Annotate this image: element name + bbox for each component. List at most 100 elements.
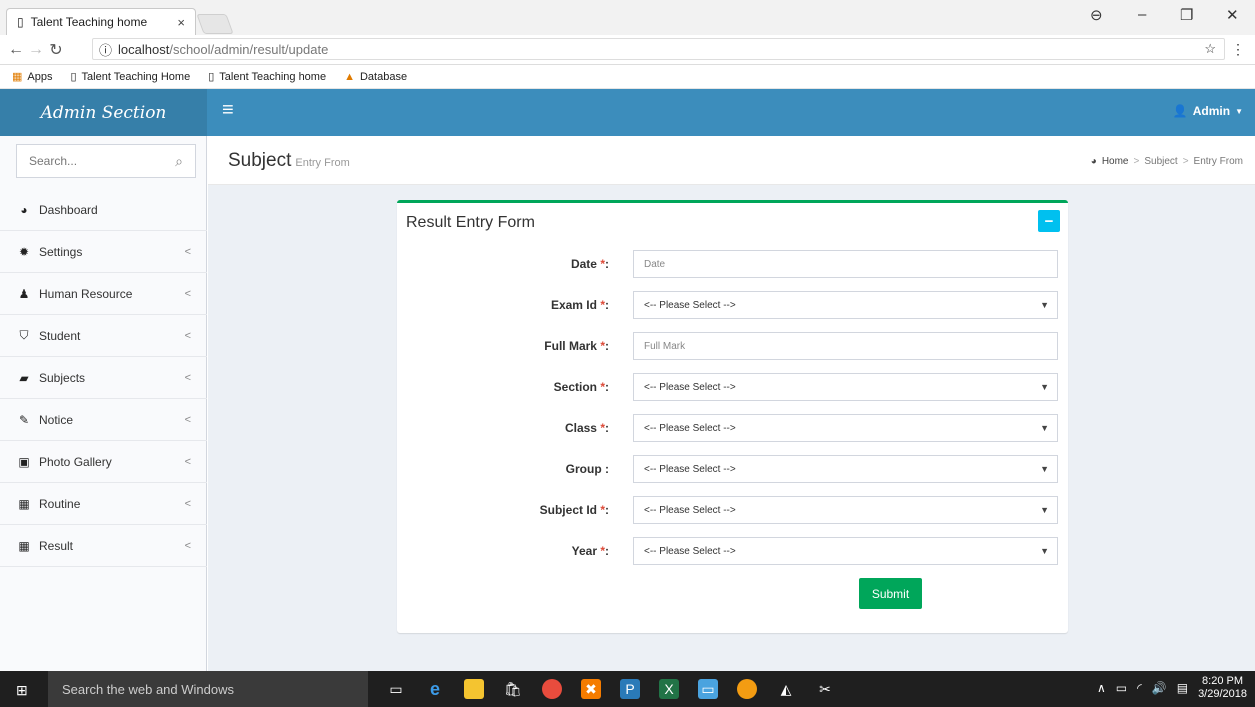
chevron-down-icon: ▼: [1040, 464, 1049, 474]
sidebar-item-student[interactable]: ⛉ Student <: [0, 315, 207, 357]
maximize-icon[interactable]: ❐: [1180, 6, 1193, 24]
tab-close-icon[interactable]: ×: [177, 15, 185, 30]
contacts-icon[interactable]: ▭: [698, 679, 718, 699]
section-label: Section *:: [553, 380, 609, 394]
logo[interactable]: Admin Section: [0, 89, 207, 136]
main-content: Subject Entry From ◕ Home > Subject > Ent…: [208, 136, 1255, 671]
caret-down-icon: ▼: [1235, 106, 1243, 116]
browser-tab[interactable]: ▯ Talent Teaching home ×: [6, 8, 196, 35]
file-explorer-icon[interactable]: [464, 679, 484, 699]
collapse-button[interactable]: −: [1038, 210, 1060, 232]
breadcrumb-separator: >: [1133, 156, 1140, 167]
page-icon: ▯: [17, 15, 24, 29]
wifi-icon[interactable]: ◜: [1137, 681, 1142, 695]
menu-dots-icon[interactable]: ⋮: [1231, 41, 1245, 58]
submit-button[interactable]: Submit: [859, 578, 922, 609]
close-window-icon[interactable]: ✕: [1226, 6, 1239, 24]
apps-grid-icon: ▦: [12, 71, 23, 83]
sidebar: Search... ⌕ ◕ Dashboard ✹ Settings < ♟ Human R…: [0, 136, 207, 671]
store-icon[interactable]: 🛍: [503, 679, 523, 699]
taskbar-search-input[interactable]: Search the web and Windows: [48, 671, 368, 707]
sidebar-item-label: Photo Gallery: [39, 454, 112, 469]
sidebar-item-photo-gallery[interactable]: ▣ Photo Gallery <: [0, 441, 207, 483]
back-icon[interactable]: ←: [6, 41, 26, 59]
bookmark-label: Talent Teaching Home: [81, 70, 191, 83]
date-input[interactable]: Date: [633, 250, 1058, 278]
sidebar-item-subjects[interactable]: ▰ Subjects <: [0, 357, 207, 399]
sidebar-search-input[interactable]: Search... ⌕: [16, 144, 196, 178]
breadcrumb-home[interactable]: Home: [1102, 156, 1129, 167]
firefox-icon[interactable]: [737, 679, 757, 699]
bookmark-talent-1[interactable]: ▯ Talent Teaching Home: [70, 70, 191, 84]
sidebar-item-result[interactable]: ▦ Result <: [0, 525, 207, 567]
year-select[interactable]: <-- Please Select --> ▼: [633, 537, 1058, 565]
battery-icon[interactable]: ▭: [1116, 681, 1127, 695]
page-title-text: Subject: [228, 150, 292, 171]
url-field[interactable]: ⓘ localhost/school/admin/result/update ☆: [92, 38, 1225, 60]
photos-icon[interactable]: ◭: [776, 679, 796, 699]
exam-id-label: Exam Id *:: [550, 298, 609, 312]
full-mark-input[interactable]: Full Mark: [633, 332, 1058, 360]
tab-title: Talent Teaching home: [30, 15, 148, 29]
subject-id-select[interactable]: <-- Please Select --> ▼: [633, 496, 1058, 524]
star-icon[interactable]: ☆: [1204, 41, 1216, 57]
taskbar-apps: ▭ e 🛍 ✖ P X ▭ ◭ ✂: [386, 679, 835, 699]
search-icon[interactable]: ⌕: [175, 153, 183, 170]
new-tab-button[interactable]: [196, 14, 234, 34]
task-view-icon[interactable]: ▭: [386, 679, 406, 699]
bookmark-talent-2[interactable]: ▯ Talent Teaching home: [208, 70, 326, 84]
form-row-full-mark: Full Mark *: Full Mark: [397, 332, 1068, 360]
chevron-left-icon: <: [184, 497, 191, 510]
chrome-icon[interactable]: [542, 679, 562, 699]
user-menu[interactable]: 👤 Admin ▼: [1173, 104, 1243, 118]
notification-icon[interactable]: ▤: [1177, 681, 1188, 695]
select-value: <-- Please Select -->: [644, 381, 736, 393]
edge-icon[interactable]: e: [425, 679, 445, 699]
breadcrumb-subject[interactable]: Subject: [1144, 156, 1177, 167]
clock[interactable]: 8:20 PM 3/29/2018: [1198, 675, 1247, 701]
chevron-left-icon: <: [184, 329, 191, 342]
dashboard-icon: ◕: [20, 202, 28, 217]
profile-icon[interactable]: ⊖: [1090, 6, 1103, 24]
content-header: Subject Entry From ◕ Home > Subject > Ent…: [208, 136, 1255, 185]
hamburger-menu-icon[interactable]: ≡: [222, 100, 234, 120]
sidebar-item-dashboard[interactable]: ◕ Dashboard: [0, 189, 207, 231]
excel-icon[interactable]: X: [659, 679, 679, 699]
minimize-icon[interactable]: –: [1138, 6, 1146, 23]
forward-icon[interactable]: →: [26, 41, 46, 59]
select-value: <-- Please Select -->: [644, 504, 736, 516]
chevron-up-icon[interactable]: ∧: [1097, 681, 1106, 695]
select-value: <-- Please Select -->: [644, 545, 736, 557]
page-title: Subject Entry From: [228, 150, 350, 172]
chevron-down-icon: ▼: [1040, 546, 1049, 556]
sidebar-item-settings[interactable]: ✹ Settings <: [0, 231, 207, 273]
class-select[interactable]: <-- Please Select --> ▼: [633, 414, 1058, 442]
publisher-icon[interactable]: P: [620, 679, 640, 699]
group-select[interactable]: <-- Please Select --> ▼: [633, 455, 1058, 483]
info-icon[interactable]: ⓘ: [99, 40, 112, 59]
clock-date: 3/29/2018: [1198, 688, 1247, 700]
volume-icon[interactable]: 🔊: [1152, 681, 1167, 695]
url-path: /school/admin/result/update: [169, 41, 329, 57]
exam-id-select[interactable]: <-- Please Select --> ▼: [633, 291, 1058, 319]
required-marker: *: [600, 544, 605, 558]
chevron-left-icon: <: [184, 245, 191, 258]
reload-icon[interactable]: ↻: [46, 40, 66, 60]
bookmark-database[interactable]: ▲ Database: [344, 71, 407, 83]
sidebar-item-human-resource[interactable]: ♟ Human Resource <: [0, 273, 207, 315]
bookmark-apps[interactable]: ▦ Apps: [12, 70, 52, 84]
page-icon: ▯: [208, 71, 215, 83]
sidebar-item-routine[interactable]: ▦ Routine <: [0, 483, 207, 525]
chevron-left-icon: <: [184, 455, 191, 468]
required-marker: *: [600, 339, 605, 353]
date-label: Date *:: [570, 257, 609, 271]
sidebar-item-notice[interactable]: ✎ Notice <: [0, 399, 207, 441]
form-row-year: Year *: <-- Please Select --> ▼: [397, 537, 1068, 565]
snipping-tool-icon[interactable]: ✂: [815, 679, 835, 699]
windows-start-icon[interactable]: ⊞: [16, 682, 28, 699]
group-label: Group :: [565, 462, 609, 476]
xampp-icon[interactable]: ✖: [581, 679, 601, 699]
image-icon: ▣: [18, 454, 30, 469]
section-select[interactable]: <-- Please Select --> ▼: [633, 373, 1058, 401]
chevron-left-icon: <: [184, 287, 191, 300]
